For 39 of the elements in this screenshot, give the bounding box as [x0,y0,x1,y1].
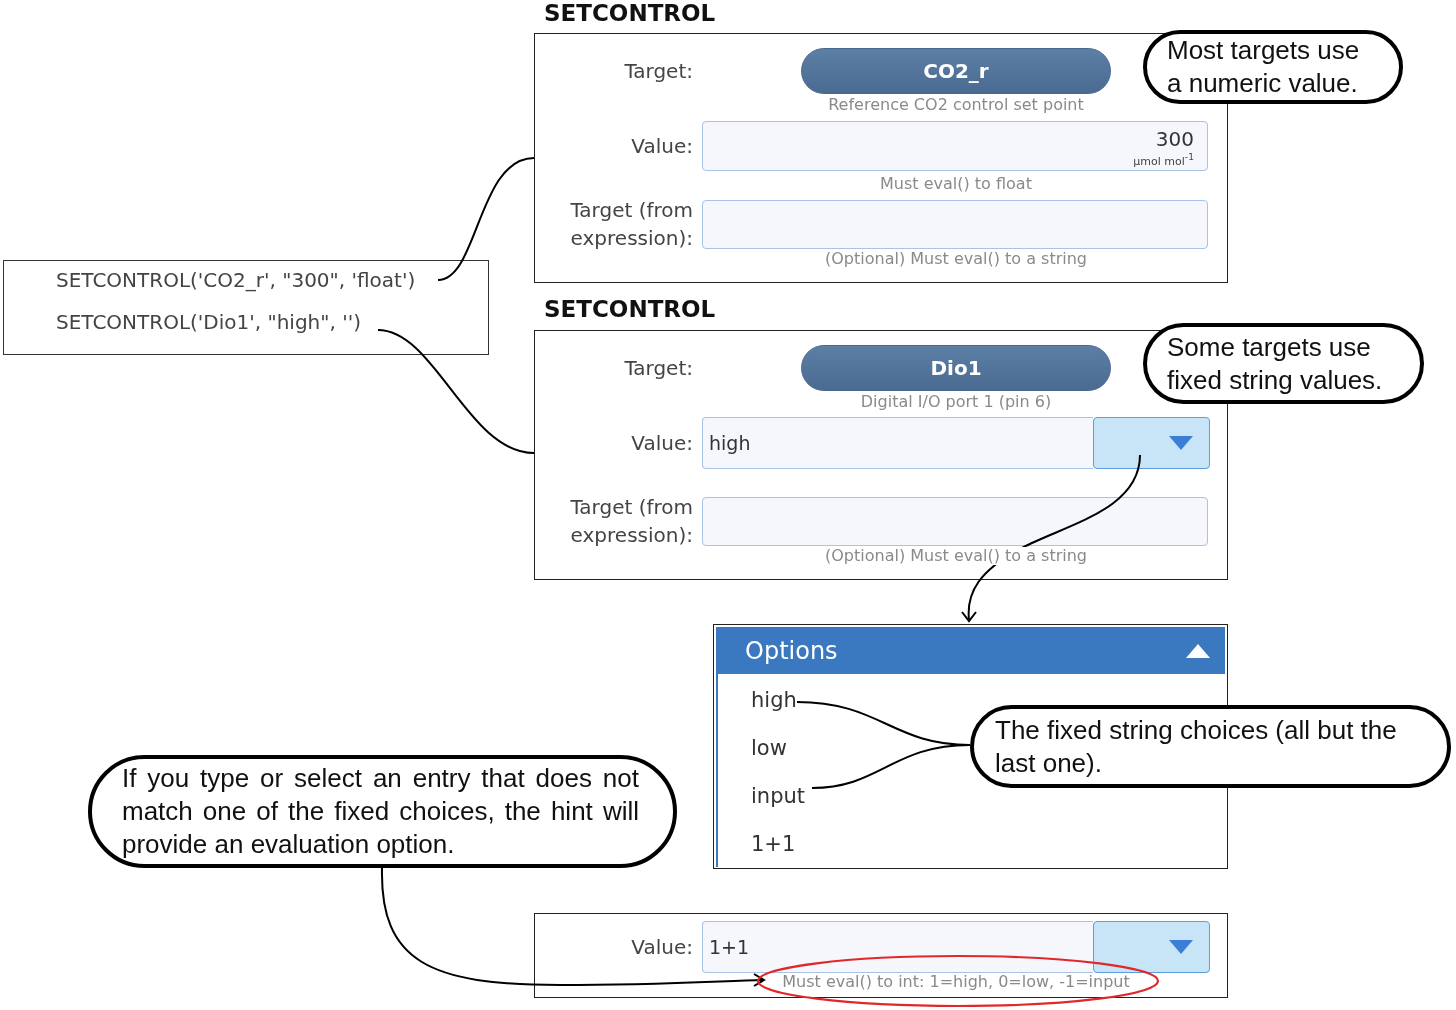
field-label: Target (from expression): [569,197,693,252]
hint-text: (Optional) Must eval() to a string [823,250,1089,268]
input-field[interactable] [702,496,1208,546]
field-label: Target: [623,355,693,382]
code-line: SETCONTROL('Dio1', "high", '') [56,309,361,336]
panel-title: SETCONTROL [544,0,716,26]
dropdown-button[interactable] [1093,921,1210,973]
dropdown-button[interactable] [1093,417,1210,469]
hint-text: Must eval() to float [878,175,1034,193]
option-item[interactable]: high [718,676,797,724]
hint-text: Must eval() to int: 1=high, 0=low, -1=input [780,973,1132,991]
option-item[interactable]: low [718,724,787,772]
target-button[interactable]: Dio1 [801,345,1111,391]
annotation-callout: Some targets use fixed string values. [1143,323,1424,404]
option-item[interactable]: 1+1 [718,820,796,868]
field-label: Value: [630,934,693,961]
unit-label: µmol mol$^{-1}$ [1133,149,1194,169]
annotation-callout: The fixed string choices (all but the last one). [970,705,1451,788]
value-field[interactable]: 1+1 [702,921,1093,973]
caret-down-icon [1169,940,1193,954]
target-button[interactable]: CO2_r [801,48,1111,94]
value-field[interactable]: high [702,417,1093,469]
caret-down-icon [1169,436,1193,450]
option-item[interactable]: input [718,772,806,820]
field-label: Value: [630,133,693,160]
value-field[interactable]: 300 µmol mol$^{-1}$ [702,121,1208,171]
code-line: SETCONTROL('CO2_r', "300", 'float') [56,267,416,294]
field-label: Value: [630,430,693,457]
field-label: Target: [623,58,693,85]
options-header[interactable]: Options [716,627,1225,674]
annotation-callout: If you type or select an entry that does not match one of the fixed choices, the hint will provide an evaluation option. [88,755,677,868]
hint-text: Reference CO2 control set point [826,96,1086,114]
hint-text: (Optional) Must eval() to a string [823,547,1089,565]
options-title: Options [745,636,838,665]
caret-up-icon [1186,643,1210,658]
panel-title: SETCONTROL [544,296,716,322]
input-field[interactable] [702,199,1208,249]
annotation-callout: Most targets use a numeric value. [1143,30,1403,104]
field-label: Target (from expression): [569,494,693,549]
